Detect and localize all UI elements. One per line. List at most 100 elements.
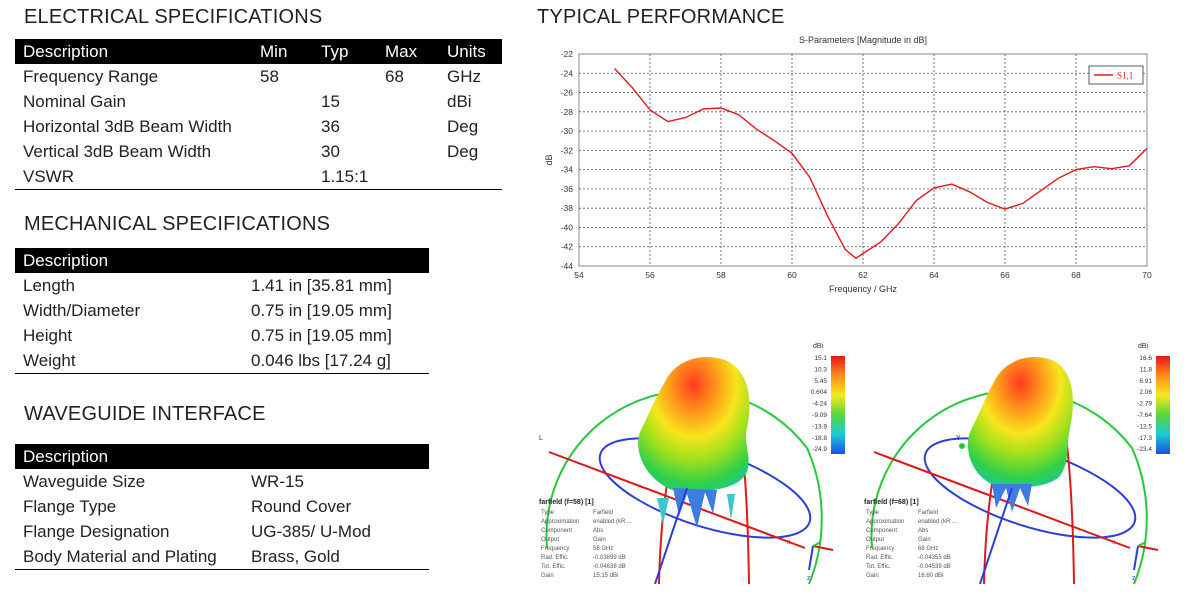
x-tick-label: 54 <box>574 270 584 280</box>
farfield-info-key: Approximation <box>541 519 579 525</box>
table-row: Waveguide Size WR-15 <box>15 469 429 494</box>
farfield-info-value: -0.04638 dB <box>593 564 626 570</box>
color-scale: dBi 16.6 11.8 6.91 2.06 -2.79 -7.64 -12.5 -17.3… <box>1137 343 1170 454</box>
farfield-info-value: enabled (kR ... <box>918 519 957 525</box>
table-cell: 1.15:1 <box>313 164 377 190</box>
table-cell <box>252 139 313 164</box>
svg-text:x: x <box>1112 539 1116 546</box>
axis-label-y: Y <box>956 435 961 442</box>
table-row: Flange Type Round Cover <box>15 494 429 519</box>
farfield-info-key: Component <box>541 528 572 534</box>
chart-legend: S1,1 <box>1088 65 1144 85</box>
svg-text:dBi: dBi <box>1138 343 1149 350</box>
electrical-header-cell: Max <box>377 39 439 64</box>
farfield-info-key: Tot. Effic. <box>866 564 891 570</box>
scale-tick-label: -7.64 <box>1137 412 1152 419</box>
table-cell: Nominal Gain <box>23 91 126 111</box>
table-cell: Width/Diameter <box>23 300 141 320</box>
y-axis-label: dB <box>544 154 554 165</box>
farfield-info-key: Tot. Effic. <box>541 564 566 570</box>
table-cell <box>313 64 377 89</box>
table-cell: Horizontal 3dB Beam Width <box>23 116 232 136</box>
legend-label: S1,1 <box>1117 71 1133 81</box>
farfield-info-key: Component <box>866 528 897 534</box>
y-tick-label: -40 <box>561 222 574 232</box>
s-parameter-chart: S-Parameters [Magnitude in dB] -22 -24 -26 -… <box>537 30 1157 302</box>
scale-tick-label: -23.4 <box>1137 446 1152 453</box>
farfield-info-value: -0.03899 dB <box>593 555 626 561</box>
scale-tick-label: 5.45 <box>814 378 827 385</box>
svg-text:x: x <box>787 539 791 546</box>
scale-tick-label: 16.6 <box>1139 355 1152 362</box>
table-row: Weight 0.046 lbs [17.24 g] <box>15 348 429 374</box>
y-tick-label: -38 <box>561 203 574 213</box>
farfield-info-key: Gain <box>541 573 554 579</box>
table-cell: Deg <box>447 116 479 136</box>
scale-tick-label: -4.24 <box>812 401 827 408</box>
mechanical-table: Description Length 1.41 in [35.81 mm] Widt… <box>15 248 429 374</box>
farfield-info-value: Gain <box>593 537 606 543</box>
table-cell <box>377 89 439 114</box>
table-cell: 0.046 lbs [17.24 g] <box>243 348 429 374</box>
mechanical-header: Description <box>15 248 429 273</box>
table-cell: GHz <box>447 66 481 86</box>
table-row: Flange Designation UG-385/ U-Mod <box>15 519 429 544</box>
table-row: Width/Diameter 0.75 in [19.05 mm] <box>15 298 429 323</box>
scale-tick-label: -13.9 <box>812 423 827 430</box>
mechanical-title: MECHANICAL SPECIFICATIONS <box>24 213 331 235</box>
scale-tick-label: -2.79 <box>1137 401 1152 408</box>
table-cell: 58 <box>260 66 279 86</box>
table-row: Nominal Gain 15 dBi <box>15 89 502 114</box>
farfield-info-key: Output <box>866 537 884 543</box>
farfield-info-value: Abs <box>593 528 603 534</box>
farfield-info-title: farfield (f=58) [1] <box>539 499 594 506</box>
scale-tick-label: 2.06 <box>1139 389 1152 396</box>
scale-tick-label: -12.5 <box>1137 423 1152 430</box>
farfield-info-key: Type <box>541 510 555 516</box>
y-tick-label: -32 <box>561 145 574 155</box>
x-tick-label: 62 <box>858 270 868 280</box>
farfield-info-value: 58 GHz <box>593 546 613 552</box>
farfield-info-value: enabled (kR ... <box>593 519 632 525</box>
table-row: Vertical 3dB Beam Width 30 Deg <box>15 139 502 164</box>
y-tick-label: -24 <box>561 68 574 78</box>
table-cell: 1.41 in [35.81 mm] <box>251 275 392 295</box>
chart-svg: S-Parameters [Magnitude in dB] -22 -24 -26 -… <box>544 35 1152 294</box>
farfield-info-value: Abs <box>918 528 928 534</box>
farfield-plot-58: L x z dBi 15.1 10.3 5.45 0.604 -4.24 -9.09 -13… <box>539 343 845 585</box>
y-tick-label: -42 <box>561 242 574 252</box>
table-row: VSWR 1.15:1 <box>15 164 502 190</box>
svg-text:z: z <box>807 575 811 582</box>
farfield-info-title: farfield (f=68) [1] <box>864 499 919 506</box>
axis-label-l: L <box>539 435 543 442</box>
table-cell <box>377 139 439 164</box>
table-cell <box>439 164 502 190</box>
farfield-info-key: Frequency <box>866 546 894 552</box>
y-tick-label: -22 <box>561 49 574 59</box>
electrical-header-cell: Description <box>15 39 252 64</box>
farfield-info-value: -0.04539 dB <box>918 564 951 570</box>
table-cell <box>377 114 439 139</box>
farfield-info-value: 15.15 dBi <box>593 573 618 579</box>
table-row: Height 0.75 in [19.05 mm] <box>15 323 429 348</box>
scale-tick-label: 6.91 <box>1139 378 1152 385</box>
table-row: Length 1.41 in [35.81 mm] <box>15 273 429 298</box>
axis-triad: x z <box>1112 539 1159 582</box>
waveguide-table: Description Waveguide Size WR-15 Flange Ty… <box>15 444 429 570</box>
table-cell: 15 <box>321 91 340 111</box>
scale-tick-label: 11.8 <box>1140 366 1153 373</box>
electrical-header-cell: Units <box>439 39 502 64</box>
table-cell <box>252 164 313 190</box>
table-cell: Flange Type <box>23 496 117 516</box>
table-cell: dBi <box>447 91 472 111</box>
axis-triad: x z <box>787 539 834 582</box>
table-row: Body Material and Plating Brass, Gold <box>15 544 429 570</box>
table-cell: 36 <box>321 116 340 136</box>
table-cell: Flange Designation <box>23 521 170 541</box>
scale-tick-label: -18.8 <box>812 435 827 442</box>
table-cell: Length <box>23 275 75 295</box>
x-tick-label: 60 <box>787 270 797 280</box>
table-cell: Weight <box>15 348 243 374</box>
table-cell: Brass, Gold <box>243 544 429 570</box>
farfield-pattern-68: Y x z dBi 16.6 11.8 6.91 2.06 -2.79 -7.64 -12.… <box>862 338 1182 585</box>
